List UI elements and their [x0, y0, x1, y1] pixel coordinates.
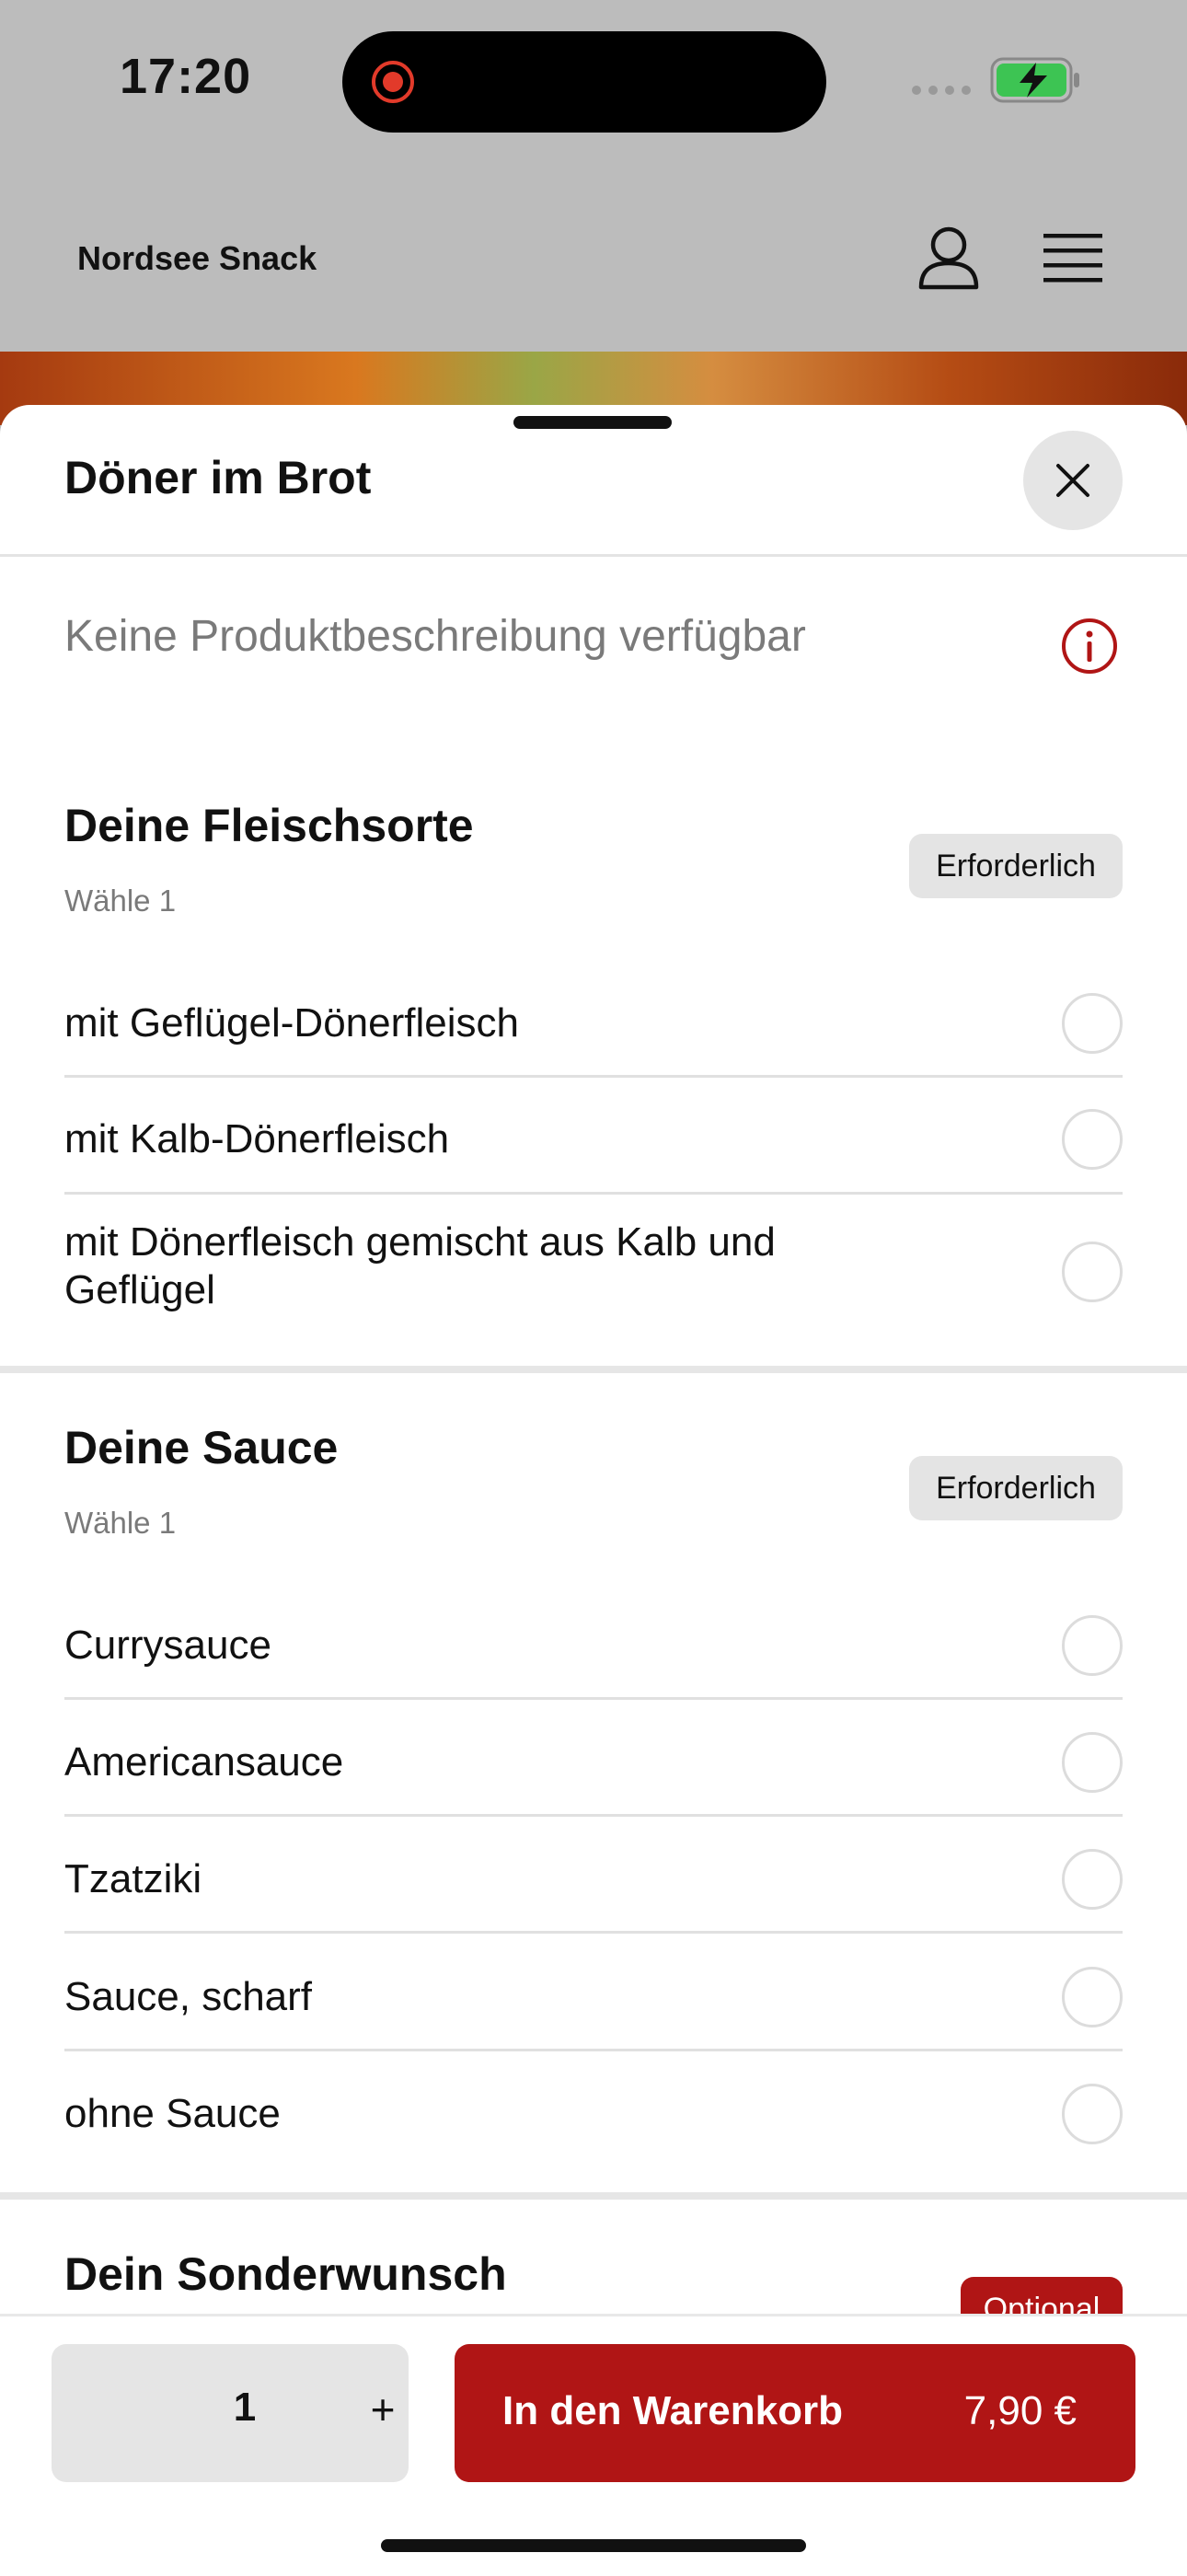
menu-icon[interactable]	[1043, 232, 1102, 283]
product-title: Döner im Brot	[64, 452, 372, 503]
option-radio[interactable]	[1062, 1849, 1123, 1910]
close-button[interactable]	[1023, 431, 1123, 530]
group-title-meat: Deine Fleischsorte	[64, 800, 474, 851]
quantity-stepper[interactable]: 1 +	[52, 2344, 409, 2482]
option-radio[interactable]	[1062, 2084, 1123, 2144]
option-row[interactable]: mit Geflügel-Dönerfleisch	[64, 985, 1123, 1086]
add-to-cart-label: In den Warenkorb	[502, 2388, 843, 2433]
option-label: Currysauce	[64, 1623, 271, 1668]
option-radio[interactable]	[1062, 993, 1123, 1054]
add-to-cart-button[interactable]: In den Warenkorb 7,90 €	[455, 2344, 1135, 2482]
option-row[interactable]: mit Kalb-Dönerfleisch	[64, 1101, 1123, 1202]
product-description: Keine Produktbeschreibung verfügbar	[64, 612, 806, 661]
sheet-grabber[interactable]	[513, 416, 672, 429]
option-row[interactable]: Americansauce	[64, 1724, 1123, 1825]
brand-name[interactable]: Nordsee Snack	[77, 239, 317, 278]
signal-icon	[912, 86, 971, 95]
dynamic-island	[342, 31, 826, 133]
option-radio[interactable]	[1062, 1732, 1123, 1793]
user-icon[interactable]	[916, 225, 981, 291]
divider	[64, 1814, 1123, 1817]
option-row[interactable]: Tzatziki	[64, 1841, 1123, 1942]
group-title-sauce: Deine Sauce	[64, 1422, 339, 1473]
divider	[64, 1931, 1123, 1934]
status-time: 17:20	[120, 49, 252, 104]
option-radio[interactable]	[1062, 1967, 1123, 2027]
group-subtitle-meat: Wähle 1	[64, 884, 177, 918]
divider	[64, 1697, 1123, 1700]
option-row[interactable]: ohne Sauce	[64, 2075, 1123, 2177]
close-icon	[1056, 464, 1089, 497]
status-bar: 17:20	[0, 0, 1187, 166]
price-label: 7,90 €	[963, 2388, 1077, 2433]
option-label: Sauce, scharf	[64, 1974, 313, 2019]
divider	[64, 1075, 1123, 1078]
option-label: mit Dönerfleisch gemischt aus Kalb und G…	[64, 1219, 776, 1312]
option-label: Americansauce	[64, 1739, 344, 1785]
required-badge: Erforderlich	[909, 1456, 1123, 1520]
divider	[64, 1192, 1123, 1195]
increment-button[interactable]: +	[364, 2385, 401, 2434]
option-label: ohne Sauce	[64, 2091, 281, 2136]
app-header: Nordsee Snack	[0, 166, 1187, 350]
option-radio[interactable]	[1062, 1109, 1123, 1170]
option-radio[interactable]	[1062, 1615, 1123, 1676]
option-row[interactable]: Currysauce	[64, 1607, 1123, 1708]
battery-charging-icon	[990, 57, 1079, 103]
option-radio[interactable]	[1062, 1242, 1123, 1302]
bottom-action-bar: 1 + In den Warenkorb 7,90 €	[0, 2314, 1187, 2576]
product-sheet: Döner im Brot Keine Produktbeschreibung …	[0, 405, 1187, 2573]
divider	[64, 2049, 1123, 2051]
group-subtitle-sauce: Wähle 1	[64, 1506, 177, 1540]
divider	[0, 554, 1187, 557]
option-label: mit Geflügel-Dönerfleisch	[64, 1000, 519, 1045]
section-separator	[0, 2192, 1187, 2200]
quantity-value: 1	[233, 2385, 257, 2430]
group-title-special-request: Dein Sonderwunsch	[64, 2248, 507, 2300]
section-separator	[0, 1366, 1187, 1373]
recording-icon	[372, 61, 414, 103]
option-label: mit Kalb-Dönerfleisch	[64, 1116, 450, 1161]
option-label: Tzatziki	[64, 1856, 202, 1901]
option-row[interactable]: mit Dönerfleisch gemischt aus Kalb und G…	[64, 1219, 1123, 1347]
option-row[interactable]: Sauce, scharf	[64, 1958, 1123, 2060]
info-icon[interactable]	[1060, 617, 1119, 676]
required-badge: Erforderlich	[909, 834, 1123, 898]
home-indicator[interactable]	[381, 2539, 806, 2552]
